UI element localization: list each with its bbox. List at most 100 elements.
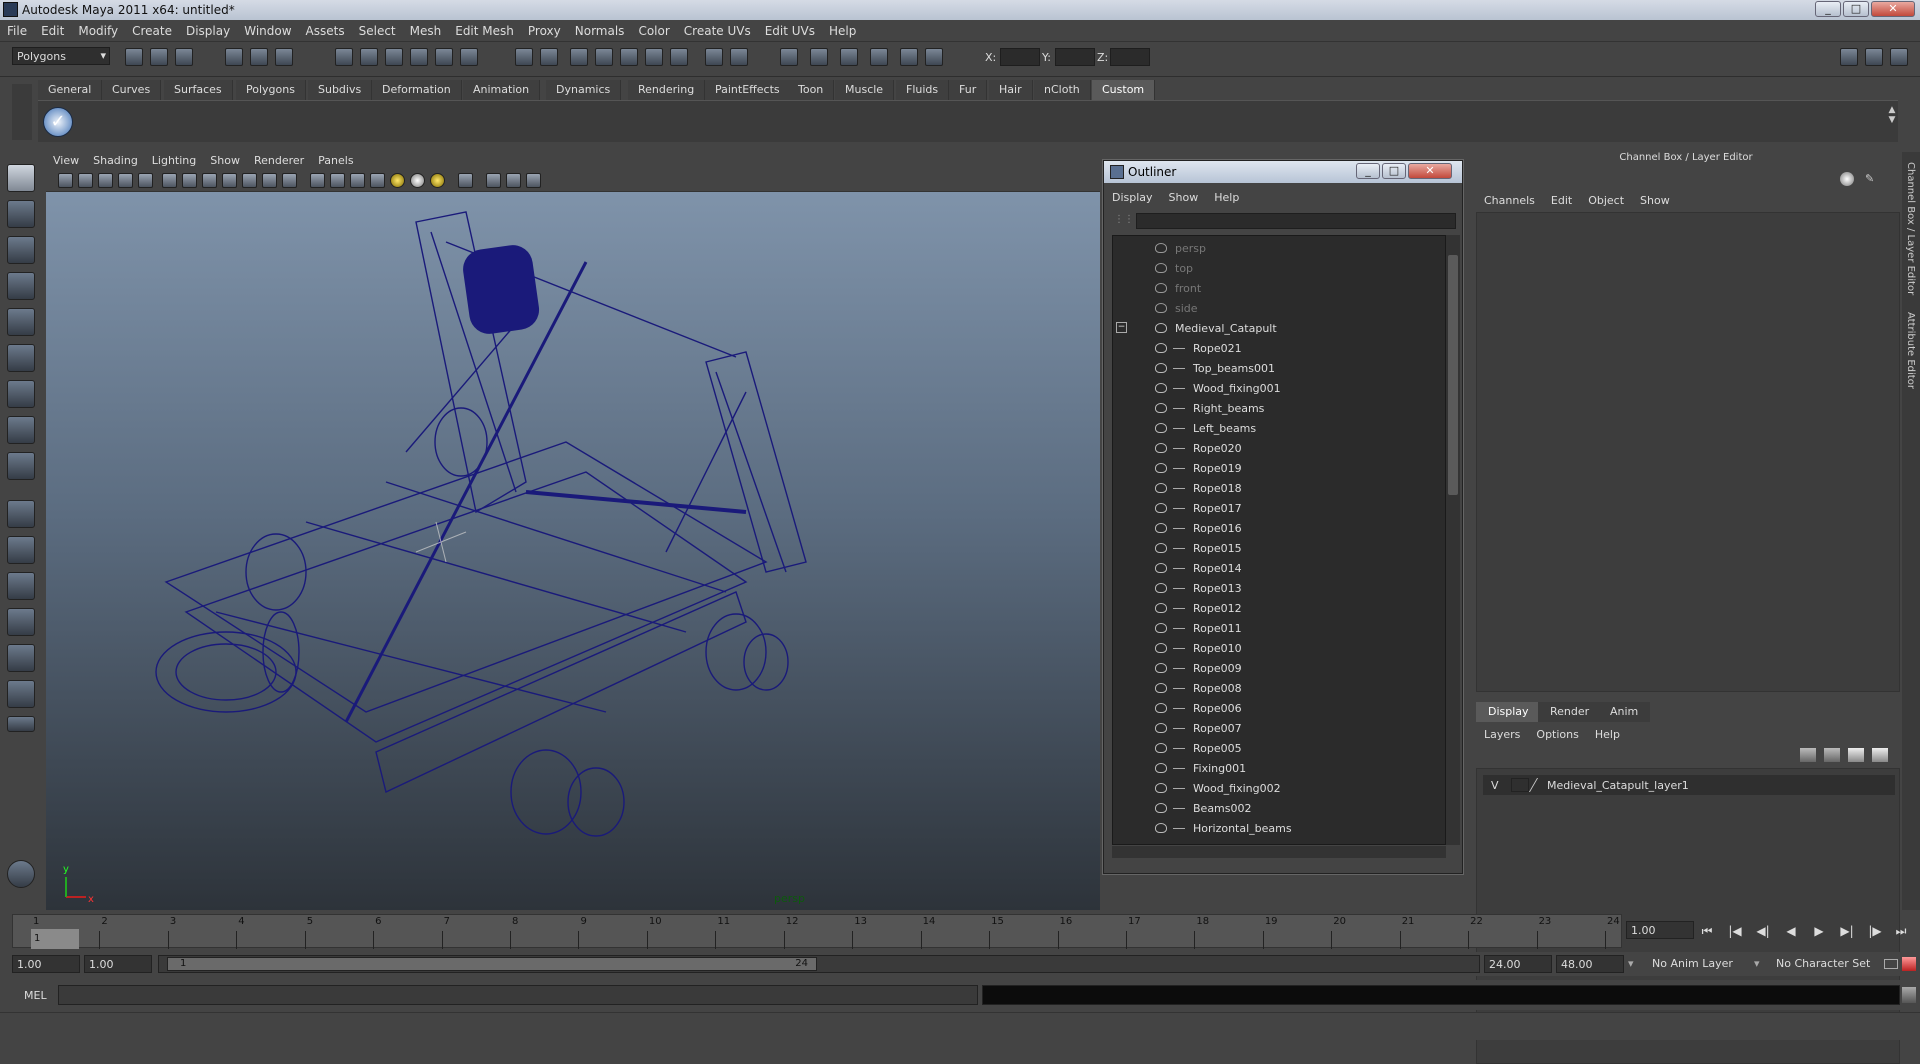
start-time-field[interactable]: 1.00: [12, 955, 80, 973]
tab-rendering[interactable]: Rendering: [628, 80, 706, 100]
z-field[interactable]: [1110, 48, 1150, 66]
outliner-filter-field[interactable]: [1136, 213, 1456, 229]
range-slider-track[interactable]: 1 24: [158, 955, 1480, 973]
all-lights-icon[interactable]: [410, 173, 425, 188]
open-scene-icon[interactable]: [150, 48, 168, 66]
persp-outliner-layout-icon[interactable]: [7, 572, 35, 600]
outliner-item-child[interactable]: Rope014: [1113, 558, 1443, 578]
play-backward-button[interactable]: ◀: [1782, 924, 1800, 942]
outliner-item-child[interactable]: Rope020: [1113, 438, 1443, 458]
menu-create[interactable]: Create: [125, 20, 179, 38]
new-layer-selected-icon[interactable]: [1872, 748, 1888, 762]
display-mode-icon[interactable]: [810, 48, 828, 66]
outliner-item-child[interactable]: Rope009: [1113, 658, 1443, 678]
side-tab-channel-box[interactable]: Channel Box / Layer Editor: [1905, 162, 1916, 295]
outliner-item-child[interactable]: Rope017: [1113, 498, 1443, 518]
step-forward-frame-button[interactable]: |▶: [1866, 924, 1884, 942]
scale-tool-icon[interactable]: [7, 344, 35, 372]
anim-layer-dropdown[interactable]: No Anim Layer: [1648, 955, 1752, 973]
perspective-viewport[interactable]: y x persp: [46, 192, 1100, 910]
viewport-menu-view[interactable]: View: [46, 152, 86, 167]
snap-toggle-icon[interactable]: [900, 48, 918, 66]
tab-dynamics[interactable]: Dynamics: [546, 80, 622, 100]
snap-curve-icon[interactable]: [360, 48, 378, 66]
menu-modify[interactable]: Modify: [71, 20, 125, 38]
tab-painteffects[interactable]: PaintEffects: [705, 80, 791, 100]
outliner-item-child[interactable]: Fixing001: [1113, 758, 1443, 778]
outliner-item-child[interactable]: Right_beams: [1113, 398, 1443, 418]
tab-animation[interactable]: Animation: [463, 80, 541, 100]
current-time-marker[interactable]: 1: [31, 929, 79, 949]
tab-general[interactable]: General: [38, 80, 103, 100]
grid-icon[interactable]: [162, 173, 177, 188]
layer-menu-layers[interactable]: Layers: [1476, 726, 1528, 743]
menu-help[interactable]: Help: [822, 20, 863, 38]
outliner-item-camera[interactable]: side: [1113, 298, 1443, 318]
menu-create-uvs[interactable]: Create UVs: [677, 20, 758, 38]
channel-display-icon[interactable]: [1840, 172, 1854, 186]
tab-surfaces[interactable]: Surfaces: [164, 80, 233, 100]
outliner-maximize-button[interactable]: □: [1382, 163, 1406, 179]
layer-type-toggle[interactable]: [1511, 778, 1529, 792]
outliner-menu-show[interactable]: Show: [1161, 189, 1207, 206]
cb-menu-edit[interactable]: Edit: [1543, 192, 1580, 209]
animation-prefs-icon[interactable]: [1902, 957, 1916, 971]
shelf-menu-handle[interactable]: [12, 84, 32, 140]
channel-box-toggle-icon[interactable]: [1890, 48, 1908, 66]
layer-color-swatch[interactable]: [1528, 778, 1548, 792]
y-field[interactable]: [1055, 48, 1095, 66]
tab-subdivs[interactable]: Subdivs: [308, 80, 373, 100]
outliner-item-child[interactable]: Left_beams: [1113, 418, 1443, 438]
move-layer-up-icon[interactable]: [1800, 748, 1816, 762]
checkmark-shelf-icon[interactable]: ✓: [43, 107, 73, 137]
step-forward-key-button[interactable]: ▶|: [1838, 924, 1856, 942]
menu-edit[interactable]: Edit: [34, 20, 71, 38]
outliner-item-child[interactable]: Rope015: [1113, 538, 1443, 558]
viewport-menu-lighting[interactable]: Lighting: [145, 152, 203, 167]
safe-action-icon[interactable]: [262, 173, 277, 188]
filter-handle-icon[interactable]: ⋮⋮: [1114, 214, 1134, 228]
textured-icon[interactable]: [370, 173, 385, 188]
isolate-select-icon[interactable]: [458, 173, 473, 188]
layer-menu-options[interactable]: Options: [1528, 726, 1586, 743]
outliner-scroll-thumb[interactable]: [1448, 255, 1458, 495]
current-frame-field[interactable]: 1.00: [1626, 921, 1694, 939]
outliner-menu-display[interactable]: Display: [1104, 189, 1161, 206]
range-slider-handle[interactable]: 1 24: [167, 957, 817, 971]
menu-display[interactable]: Display: [179, 20, 237, 38]
four-view-layout-icon[interactable]: [7, 536, 35, 564]
tab-deformation[interactable]: Deformation: [372, 80, 462, 100]
snap-plane-icon[interactable]: [410, 48, 428, 66]
wireframe-icon[interactable]: [310, 173, 325, 188]
grid-toggle-icon[interactable]: [870, 48, 888, 66]
construction-icon[interactable]: [515, 48, 533, 66]
outliner-item-child[interactable]: Rope011: [1113, 618, 1443, 638]
script-editor-icon[interactable]: [1902, 987, 1916, 1003]
default-light-icon[interactable]: [390, 173, 405, 188]
chevron-down-icon[interactable]: ▾: [1628, 957, 1634, 970]
menu-normals[interactable]: Normals: [568, 20, 632, 38]
shelf-scroll-arrows-icon[interactable]: ▲ ▼: [1886, 105, 1898, 139]
new-layer-icon[interactable]: [1848, 748, 1864, 762]
persp-graph-hypergraph-icon[interactable]: [7, 680, 35, 708]
outliner-item-child[interactable]: Rope008: [1113, 678, 1443, 698]
lasso-tool-icon[interactable]: [7, 200, 35, 228]
safe-title-icon[interactable]: [282, 173, 297, 188]
play-forward-button[interactable]: ▶: [1810, 924, 1828, 942]
go-to-start-button[interactable]: ⏮: [1698, 924, 1716, 942]
persp-graph-layout-icon[interactable]: [7, 608, 35, 636]
outliner-item-child[interactable]: Beams002: [1113, 798, 1443, 818]
layout-menu-icon[interactable]: [7, 716, 35, 732]
tab-fluids[interactable]: Fluids: [896, 80, 950, 100]
field-chart-icon[interactable]: [242, 173, 257, 188]
menu-window[interactable]: Window: [237, 20, 298, 38]
resolution-gate-icon[interactable]: [202, 173, 217, 188]
layer-row[interactable]: V Medieval_Catapult_layer1: [1483, 775, 1895, 795]
playback-start-field[interactable]: 1.00: [84, 955, 152, 973]
outliner-title-bar[interactable]: Outliner _ □ ✕: [1104, 161, 1462, 183]
channel-box-area[interactable]: [1476, 212, 1900, 692]
single-perspective-layout-icon[interactable]: [7, 500, 35, 528]
input-line-icon[interactable]: [780, 48, 798, 66]
shadows-icon[interactable]: [430, 173, 445, 188]
tab-muscle[interactable]: Muscle: [835, 80, 895, 100]
